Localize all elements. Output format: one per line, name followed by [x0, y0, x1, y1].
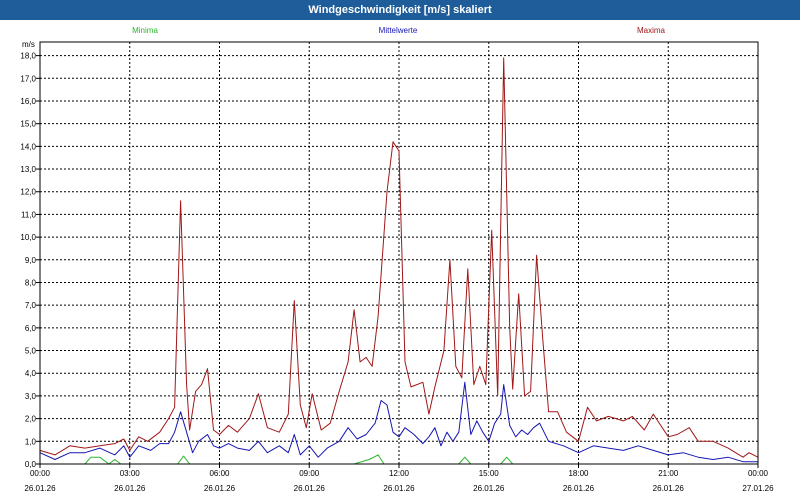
x-tick-time-label: 03:00: [120, 469, 141, 478]
chart-title: Windgeschwindigkeit [m/s] skaliert: [0, 0, 800, 20]
x-tick-time-label: 06:00: [209, 469, 230, 478]
y-tick-label: 0,0: [25, 460, 37, 469]
legend-mittelwerte: Mittelwerte: [379, 26, 418, 35]
x-tick-date-label: 27.01.26: [742, 484, 774, 493]
y-tick-label: 3,0: [25, 392, 37, 401]
y-tick-label: 17,0: [20, 74, 36, 83]
x-tick-time-label: 00:00: [748, 469, 769, 478]
x-tick-date-label: 26.01.26: [204, 484, 236, 493]
y-tick-label: 5,0: [25, 347, 37, 356]
y-tick-label: 1,0: [25, 437, 37, 446]
x-tick-date-label: 26.01.26: [114, 484, 146, 493]
wind-speed-chart: m/s Minima Mittelwerte Maxima 0,0 1,0 2,0 3…: [0, 20, 800, 500]
y-tick-label: 18,0: [20, 52, 36, 61]
x-tick-date-label: 26.01.26: [653, 484, 685, 493]
x-tick-date-label: 26.01.26: [383, 484, 415, 493]
y-tick-label: 14,0: [20, 142, 36, 151]
y-axis-unit-label: m/s: [22, 40, 35, 49]
x-tick-date-label: 26.01.26: [563, 484, 595, 493]
x-tick-time-label: 21:00: [658, 469, 679, 478]
x-tick-time-label: 00:00: [30, 469, 51, 478]
y-tick-label: 10,0: [20, 233, 36, 242]
y-tick-label: 16,0: [20, 97, 36, 106]
y-tick-label: 11,0: [21, 210, 37, 219]
x-tick-time-label: 15:00: [479, 469, 500, 478]
y-tick-label: 13,0: [20, 165, 36, 174]
legend-minima: Minima: [132, 26, 158, 35]
y-tick-label: 4,0: [25, 369, 37, 378]
x-tick-date-label: 26.01.26: [24, 484, 56, 493]
y-tick-label: 15,0: [20, 120, 36, 129]
x-tick-time-label: 18:00: [568, 469, 589, 478]
y-tick-label: 12,0: [20, 188, 36, 197]
y-tick-label: 8,0: [25, 278, 37, 287]
y-tick-label: 7,0: [25, 301, 37, 310]
legend-maxima: Maxima: [637, 26, 666, 35]
x-tick-time-label: 09:00: [299, 469, 320, 478]
x-tick-date-label: 26.01.26: [294, 484, 326, 493]
y-tick-label: 2,0: [25, 415, 37, 424]
x-tick-time-label: 12:00: [389, 469, 410, 478]
y-tick-label: 9,0: [25, 256, 37, 265]
x-tick-date-label: 26.01.26: [473, 484, 505, 493]
y-tick-label: 6,0: [25, 324, 37, 333]
